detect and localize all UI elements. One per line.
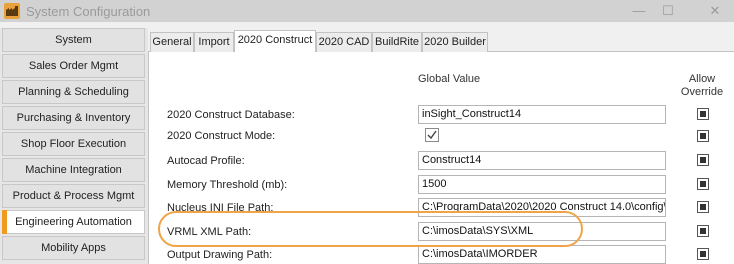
sidebar-item-product-process-mgmt[interactable]: Product & Process Mgmt [2,184,145,208]
tab-2020-builder[interactable]: 2020 Builder [422,32,488,52]
override-checkbox[interactable] [697,201,709,213]
sidebar-item-label: Machine Integration [25,164,122,176]
autocad-profile-field[interactable]: Construct14 [418,151,666,170]
sidebar-item-sales-order-mgmt[interactable]: Sales Order Mgmt [2,54,145,78]
sidebar-item-label: Planning & Scheduling [18,86,129,98]
sidebar-item-shop-floor-execution[interactable]: Shop Floor Execution [2,132,145,156]
sidebar-item-label: Product & Process Mgmt [12,190,135,202]
highlight-callout [158,211,583,247]
sidebar-item-planning-scheduling[interactable]: Planning & Scheduling [2,80,145,104]
memory-threshold-field[interactable]: 1500 [418,175,666,194]
tab-2020-construct[interactable]: 2020 Construct [234,30,316,52]
sidebar-item-label: Sales Order Mgmt [28,60,119,72]
construct-database-label: 2020 Construct Database: [167,109,295,121]
sidebar-item-engineering-automation[interactable]: Engineering Automation [2,210,145,234]
sidebar-item-label: System [55,34,92,46]
construct-mode-checkbox[interactable] [425,128,439,142]
output-drawing-path-label: Output Drawing Path: [167,249,273,261]
sidebar-item-system[interactable]: System [2,28,145,52]
app-icon [4,3,20,19]
sidebar-item-label: Purchasing & Inventory [16,112,131,124]
global-value-header: Global Value [418,73,481,85]
sidebar-item-machine-integration[interactable]: Machine Integration [2,158,145,182]
allow-override-header: Allow Override [680,73,724,98]
title-bar: System Configuration — ☐ ✕ [0,0,734,22]
sidebar-item-mobility-apps[interactable]: Mobility Apps [2,236,145,260]
override-checkbox[interactable] [697,108,709,120]
sidebar-item-label: Mobility Apps [41,242,106,254]
tab-2020-cad[interactable]: 2020 CAD [316,32,372,52]
construct-mode-label: 2020 Construct Mode: [167,130,276,142]
override-checkbox[interactable] [697,154,709,166]
maximize-button[interactable]: ☐ [653,2,683,20]
minimize-button[interactable]: — [624,2,654,20]
window-title: System Configuration [26,4,151,19]
active-indicator [2,210,7,234]
autocad-profile-label: Autocad Profile: [167,155,245,167]
tab-general[interactable]: General [150,32,194,52]
output-drawing-path-field[interactable]: C:\imosData\IMORDER [418,245,666,264]
construct-database-field[interactable]: inSight_Construct14 [418,105,666,124]
memory-threshold-label: Memory Threshold (mb): [167,179,288,191]
check-icon [427,130,437,140]
close-button[interactable]: ✕ [700,2,730,20]
override-checkbox[interactable] [697,248,709,260]
sidebar-item-label: Engineering Automation [15,216,132,228]
override-checkbox[interactable] [697,130,709,142]
override-checkbox[interactable] [697,178,709,190]
override-checkbox[interactable] [697,225,709,237]
sidebar-item-purchasing-inventory[interactable]: Purchasing & Inventory [2,106,145,130]
tab-buildrite[interactable]: BuildRite [372,32,422,52]
tab-import[interactable]: Import [194,32,234,52]
sidebar-item-label: Shop Floor Execution [20,138,127,150]
